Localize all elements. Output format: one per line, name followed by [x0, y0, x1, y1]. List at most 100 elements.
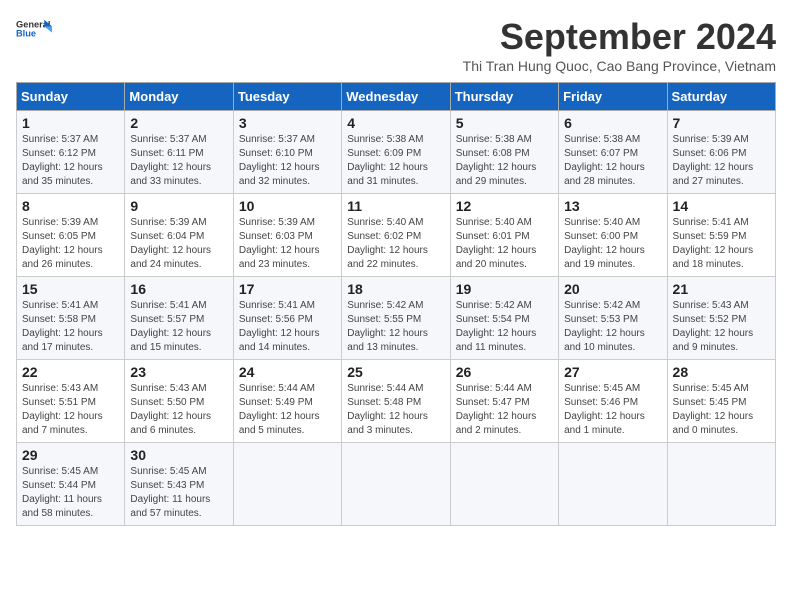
day-info-27: Sunrise: 5:45 AM Sunset: 5:46 PM Dayligh… [564, 382, 661, 438]
col-friday: Friday [559, 83, 667, 111]
day-number-6: 6 [564, 115, 661, 131]
day-number-9: 9 [130, 198, 227, 214]
day-cell-28: 28 Sunrise: 5:45 AM Sunset: 5:45 PM Dayl… [667, 360, 775, 443]
day-info-28: Sunrise: 5:45 AM Sunset: 5:45 PM Dayligh… [673, 382, 770, 438]
day-cell-8: 8 Sunrise: 5:39 AM Sunset: 6:05 PM Dayli… [17, 194, 125, 277]
day-number-20: 20 [564, 281, 661, 297]
col-sunday: Sunday [17, 83, 125, 111]
day-info-14: Sunrise: 5:41 AM Sunset: 5:59 PM Dayligh… [673, 216, 770, 272]
day-cell-5: 5 Sunrise: 5:38 AM Sunset: 6:08 PM Dayli… [450, 111, 558, 194]
week-row-5: 29 Sunrise: 5:45 AM Sunset: 5:44 PM Dayl… [17, 443, 776, 526]
day-info-9: Sunrise: 5:39 AM Sunset: 6:04 PM Dayligh… [130, 216, 227, 272]
day-info-21: Sunrise: 5:43 AM Sunset: 5:52 PM Dayligh… [673, 299, 770, 355]
day-info-20: Sunrise: 5:42 AM Sunset: 5:53 PM Dayligh… [564, 299, 661, 355]
week-row-4: 22 Sunrise: 5:43 AM Sunset: 5:51 PM Dayl… [17, 360, 776, 443]
day-number-10: 10 [239, 198, 336, 214]
logo-icon: General Blue [16, 16, 52, 44]
day-info-16: Sunrise: 5:41 AM Sunset: 5:57 PM Dayligh… [130, 299, 227, 355]
svg-text:Blue: Blue [16, 29, 36, 39]
day-cell-17: 17 Sunrise: 5:41 AM Sunset: 5:56 PM Dayl… [233, 277, 341, 360]
day-cell-1: 1 Sunrise: 5:37 AM Sunset: 6:12 PM Dayli… [17, 111, 125, 194]
day-number-17: 17 [239, 281, 336, 297]
day-info-4: Sunrise: 5:38 AM Sunset: 6:09 PM Dayligh… [347, 133, 444, 189]
day-number-11: 11 [347, 198, 444, 214]
month-year-title: September 2024 [463, 16, 776, 58]
day-info-22: Sunrise: 5:43 AM Sunset: 5:51 PM Dayligh… [22, 382, 119, 438]
logo: General Blue [16, 16, 52, 44]
empty-cell [450, 443, 558, 526]
day-cell-20: 20 Sunrise: 5:42 AM Sunset: 5:53 PM Dayl… [559, 277, 667, 360]
day-number-12: 12 [456, 198, 553, 214]
day-info-18: Sunrise: 5:42 AM Sunset: 5:55 PM Dayligh… [347, 299, 444, 355]
day-number-30: 30 [130, 447, 227, 463]
col-tuesday: Tuesday [233, 83, 341, 111]
week-row-3: 15 Sunrise: 5:41 AM Sunset: 5:58 PM Dayl… [17, 277, 776, 360]
day-cell-16: 16 Sunrise: 5:41 AM Sunset: 5:57 PM Dayl… [125, 277, 233, 360]
day-cell-13: 13 Sunrise: 5:40 AM Sunset: 6:00 PM Dayl… [559, 194, 667, 277]
day-info-17: Sunrise: 5:41 AM Sunset: 5:56 PM Dayligh… [239, 299, 336, 355]
week-row-2: 8 Sunrise: 5:39 AM Sunset: 6:05 PM Dayli… [17, 194, 776, 277]
day-cell-11: 11 Sunrise: 5:40 AM Sunset: 6:02 PM Dayl… [342, 194, 450, 277]
day-number-8: 8 [22, 198, 119, 214]
day-info-13: Sunrise: 5:40 AM Sunset: 6:00 PM Dayligh… [564, 216, 661, 272]
location-subtitle: Thi Tran Hung Quoc, Cao Bang Province, V… [463, 58, 776, 74]
calendar-header-row: Sunday Monday Tuesday Wednesday Thursday… [17, 83, 776, 111]
day-number-13: 13 [564, 198, 661, 214]
day-number-27: 27 [564, 364, 661, 380]
day-number-16: 16 [130, 281, 227, 297]
day-number-2: 2 [130, 115, 227, 131]
day-number-25: 25 [347, 364, 444, 380]
day-cell-19: 19 Sunrise: 5:42 AM Sunset: 5:54 PM Dayl… [450, 277, 558, 360]
day-cell-9: 9 Sunrise: 5:39 AM Sunset: 6:04 PM Dayli… [125, 194, 233, 277]
day-number-23: 23 [130, 364, 227, 380]
day-cell-26: 26 Sunrise: 5:44 AM Sunset: 5:47 PM Dayl… [450, 360, 558, 443]
day-info-5: Sunrise: 5:38 AM Sunset: 6:08 PM Dayligh… [456, 133, 553, 189]
week-row-1: 1 Sunrise: 5:37 AM Sunset: 6:12 PM Dayli… [17, 111, 776, 194]
day-cell-22: 22 Sunrise: 5:43 AM Sunset: 5:51 PM Dayl… [17, 360, 125, 443]
day-info-10: Sunrise: 5:39 AM Sunset: 6:03 PM Dayligh… [239, 216, 336, 272]
day-number-5: 5 [456, 115, 553, 131]
day-info-23: Sunrise: 5:43 AM Sunset: 5:50 PM Dayligh… [130, 382, 227, 438]
day-info-8: Sunrise: 5:39 AM Sunset: 6:05 PM Dayligh… [22, 216, 119, 272]
day-info-12: Sunrise: 5:40 AM Sunset: 6:01 PM Dayligh… [456, 216, 553, 272]
day-cell-18: 18 Sunrise: 5:42 AM Sunset: 5:55 PM Dayl… [342, 277, 450, 360]
day-info-19: Sunrise: 5:42 AM Sunset: 5:54 PM Dayligh… [456, 299, 553, 355]
day-number-3: 3 [239, 115, 336, 131]
day-info-15: Sunrise: 5:41 AM Sunset: 5:58 PM Dayligh… [22, 299, 119, 355]
day-number-26: 26 [456, 364, 553, 380]
day-info-25: Sunrise: 5:44 AM Sunset: 5:48 PM Dayligh… [347, 382, 444, 438]
day-number-19: 19 [456, 281, 553, 297]
empty-cell [233, 443, 341, 526]
day-cell-7: 7 Sunrise: 5:39 AM Sunset: 6:06 PM Dayli… [667, 111, 775, 194]
empty-cell [559, 443, 667, 526]
day-info-1: Sunrise: 5:37 AM Sunset: 6:12 PM Dayligh… [22, 133, 119, 189]
day-info-11: Sunrise: 5:40 AM Sunset: 6:02 PM Dayligh… [347, 216, 444, 272]
day-cell-15: 15 Sunrise: 5:41 AM Sunset: 5:58 PM Dayl… [17, 277, 125, 360]
page-header: General Blue September 2024 Thi Tran Hun… [16, 16, 776, 74]
day-info-29: Sunrise: 5:45 AM Sunset: 5:44 PM Dayligh… [22, 465, 119, 521]
day-cell-2: 2 Sunrise: 5:37 AM Sunset: 6:11 PM Dayli… [125, 111, 233, 194]
col-saturday: Saturday [667, 83, 775, 111]
day-cell-27: 27 Sunrise: 5:45 AM Sunset: 5:46 PM Dayl… [559, 360, 667, 443]
col-wednesday: Wednesday [342, 83, 450, 111]
day-number-14: 14 [673, 198, 770, 214]
day-cell-23: 23 Sunrise: 5:43 AM Sunset: 5:50 PM Dayl… [125, 360, 233, 443]
day-cell-29: 29 Sunrise: 5:45 AM Sunset: 5:44 PM Dayl… [17, 443, 125, 526]
day-cell-4: 4 Sunrise: 5:38 AM Sunset: 6:09 PM Dayli… [342, 111, 450, 194]
day-cell-25: 25 Sunrise: 5:44 AM Sunset: 5:48 PM Dayl… [342, 360, 450, 443]
calendar-table: Sunday Monday Tuesday Wednesday Thursday… [16, 82, 776, 526]
day-number-24: 24 [239, 364, 336, 380]
empty-cell [342, 443, 450, 526]
day-cell-30: 30 Sunrise: 5:45 AM Sunset: 5:43 PM Dayl… [125, 443, 233, 526]
col-thursday: Thursday [450, 83, 558, 111]
day-number-4: 4 [347, 115, 444, 131]
day-info-6: Sunrise: 5:38 AM Sunset: 6:07 PM Dayligh… [564, 133, 661, 189]
day-number-18: 18 [347, 281, 444, 297]
day-cell-10: 10 Sunrise: 5:39 AM Sunset: 6:03 PM Dayl… [233, 194, 341, 277]
day-number-21: 21 [673, 281, 770, 297]
title-block: September 2024 Thi Tran Hung Quoc, Cao B… [463, 16, 776, 74]
day-number-22: 22 [22, 364, 119, 380]
day-number-7: 7 [673, 115, 770, 131]
day-info-24: Sunrise: 5:44 AM Sunset: 5:49 PM Dayligh… [239, 382, 336, 438]
day-number-1: 1 [22, 115, 119, 131]
